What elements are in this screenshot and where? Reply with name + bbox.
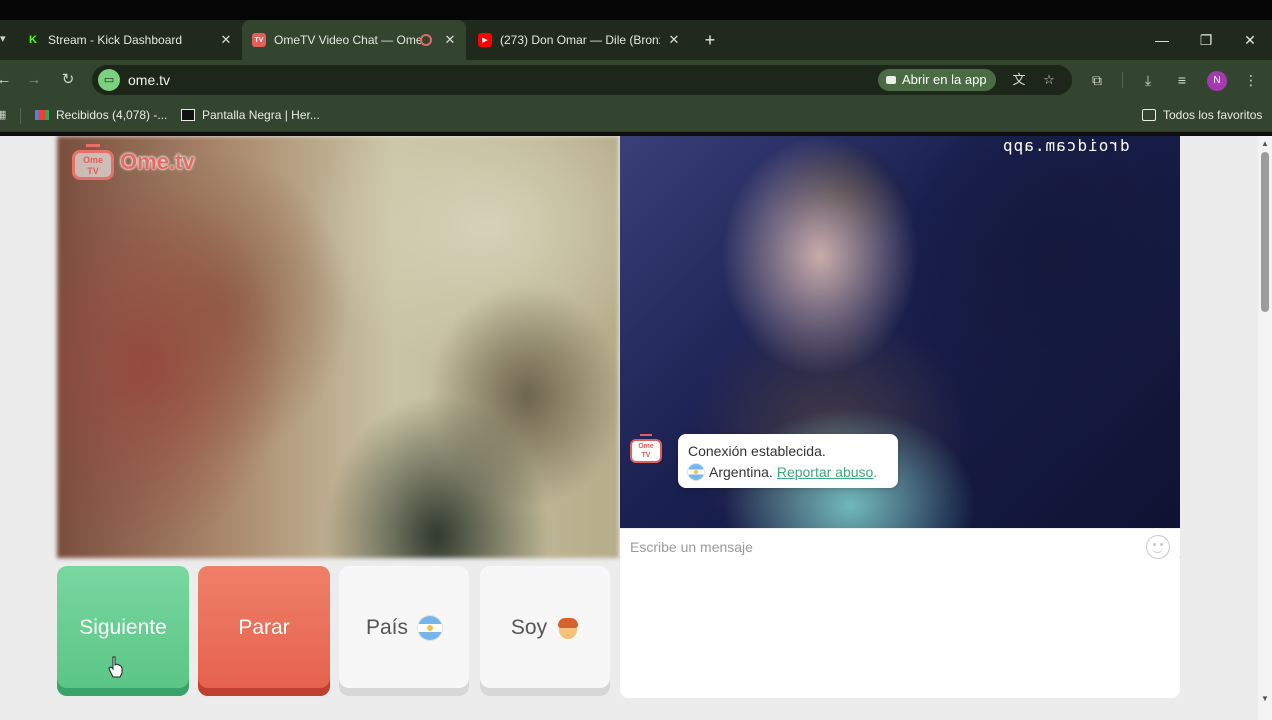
report-suffix: .: [873, 464, 878, 480]
tab-title: Stream - Kick Dashboard: [48, 33, 183, 47]
emoji-icon[interactable]: [1146, 535, 1170, 559]
address-bar[interactable]: ▭ ome.tv Abrir en la app 文 ☆: [92, 65, 1072, 95]
tab-title: (273) Don Omar — Dile (Bronx: [500, 33, 660, 47]
browser-toolbar: ← → ↻ ▭ ome.tv Abrir en la app 文 ☆ ⧉ ⤓ ≡…: [0, 60, 1272, 100]
scroll-up-icon[interactable]: ▲: [1260, 139, 1270, 149]
chat-ometv-icon: Ome TV: [630, 434, 664, 463]
report-abuse-link[interactable]: Reportar abuso: [777, 461, 874, 483]
monitor-icon: [181, 109, 195, 121]
extensions-icon[interactable]: ⧉: [1087, 70, 1107, 90]
logo-text: Ome.tv: [120, 149, 195, 174]
tab-bar: ▾ K Stream - Kick Dashboard ✕ TV OmeTV V…: [0, 20, 1272, 60]
tab-kick[interactable]: K Stream - Kick Dashboard ✕: [16, 20, 242, 60]
bookmark-label: Pantalla Negra | Her...: [202, 108, 320, 122]
hand-cursor-icon: [108, 656, 123, 678]
url-text[interactable]: ome.tv: [128, 72, 170, 88]
bookmark-star-icon[interactable]: ☆: [1040, 71, 1058, 89]
tab-search-icon[interactable]: ▾: [0, 32, 6, 45]
gender-button-label: Soy: [510, 616, 548, 639]
app-icon: [886, 76, 896, 84]
youtube-icon: ▶: [478, 33, 492, 47]
watermark-text: droidcam.app: [1002, 136, 1130, 155]
gmail-icon: [35, 110, 49, 120]
ometv-icon: TV: [252, 33, 266, 47]
message-input[interactable]: [630, 535, 1130, 559]
open-in-app-button[interactable]: Abrir en la app: [878, 69, 996, 91]
bookmarks-bar: ▦ Recibidos (4,078) -... Pantalla Negra …: [0, 100, 1272, 132]
message-bar: [620, 528, 1180, 564]
profile-avatar[interactable]: N: [1207, 71, 1227, 91]
translate-icon[interactable]: 文: [1010, 71, 1028, 89]
self-video: [620, 136, 1180, 558]
open-in-app-label: Abrir en la app: [902, 72, 987, 87]
next-button-label: Siguiente: [79, 616, 167, 639]
country-button-label: País: [365, 616, 409, 639]
partner-country: Argentina.: [709, 464, 773, 480]
apps-icon[interactable]: ▦: [0, 108, 6, 121]
close-tab-icon[interactable]: ✕: [442, 32, 458, 48]
all-bookmarks-label: Todos los favoritos: [1163, 108, 1263, 122]
kick-icon: K: [29, 34, 37, 46]
forward-icon[interactable]: →: [24, 70, 44, 90]
restore-icon[interactable]: ❐: [1194, 30, 1218, 50]
bookmark-label: Recibidos (4,078) -...: [56, 108, 168, 122]
minimize-icon[interactable]: —: [1150, 30, 1174, 50]
site-info-icon[interactable]: ▭: [98, 69, 120, 91]
recording-icon: [420, 34, 432, 46]
argentina-flag-icon: [418, 616, 443, 640]
reload-icon[interactable]: ↻: [58, 70, 78, 90]
partner-country-row: Argentina. Reportar abuso.: [688, 461, 888, 483]
tv-icon: Ome TV: [72, 144, 116, 180]
chat-panel: [620, 558, 1180, 698]
tab-youtube[interactable]: ▶ (273) Don Omar — Dile (Bronx ✕: [468, 20, 690, 60]
menu-icon[interactable]: ⋮: [1241, 70, 1261, 90]
close-tab-icon[interactable]: ✕: [666, 32, 682, 48]
connection-status: Conexión establecida.: [688, 443, 826, 459]
close-window-icon[interactable]: ✕: [1238, 30, 1262, 50]
close-tab-icon[interactable]: ✕: [218, 32, 234, 48]
all-bookmarks[interactable]: Todos los favoritos: [1142, 108, 1262, 122]
scroll-down-icon[interactable]: ▼: [1260, 694, 1270, 704]
tab-ometv[interactable]: TV OmeTV Video Chat — Ome ✕: [242, 20, 466, 60]
window-top-strip: [0, 0, 1272, 20]
bookmarks-divider: [20, 108, 21, 124]
bookmark-pantalla-negra[interactable]: Pantalla Negra | Her...: [181, 108, 320, 122]
stop-button[interactable]: Parar: [198, 566, 330, 696]
scroll-thumb[interactable]: [1261, 152, 1269, 312]
country-button[interactable]: País: [339, 566, 469, 696]
ometv-logo: Ome TV Ome.tv: [72, 144, 195, 180]
stranger-video: [57, 136, 619, 558]
gender-button[interactable]: Soy: [480, 566, 610, 696]
downloads-icon[interactable]: ⤓: [1138, 70, 1158, 90]
toolbar-divider: [1122, 72, 1123, 88]
argentina-flag-icon: [688, 464, 704, 480]
page-scrollbar[interactable]: ▲ ▼: [1258, 136, 1272, 720]
tab-title: OmeTV Video Chat — Ome: [274, 33, 423, 47]
back-icon[interactable]: ←: [0, 70, 14, 90]
bookmark-gmail[interactable]: Recibidos (4,078) -...: [35, 108, 167, 122]
system-message: Conexión establecida. Argentina. Reporta…: [678, 434, 898, 488]
page-content: Ome TV Ome.tv Siguiente Parar País Soy: [0, 136, 1258, 720]
boy-icon: [557, 616, 579, 640]
stop-button-label: Parar: [238, 616, 290, 639]
new-tab-icon[interactable]: +: [700, 30, 720, 50]
media-control-icon[interactable]: ≡: [1172, 70, 1192, 90]
folder-icon: [1142, 109, 1156, 121]
